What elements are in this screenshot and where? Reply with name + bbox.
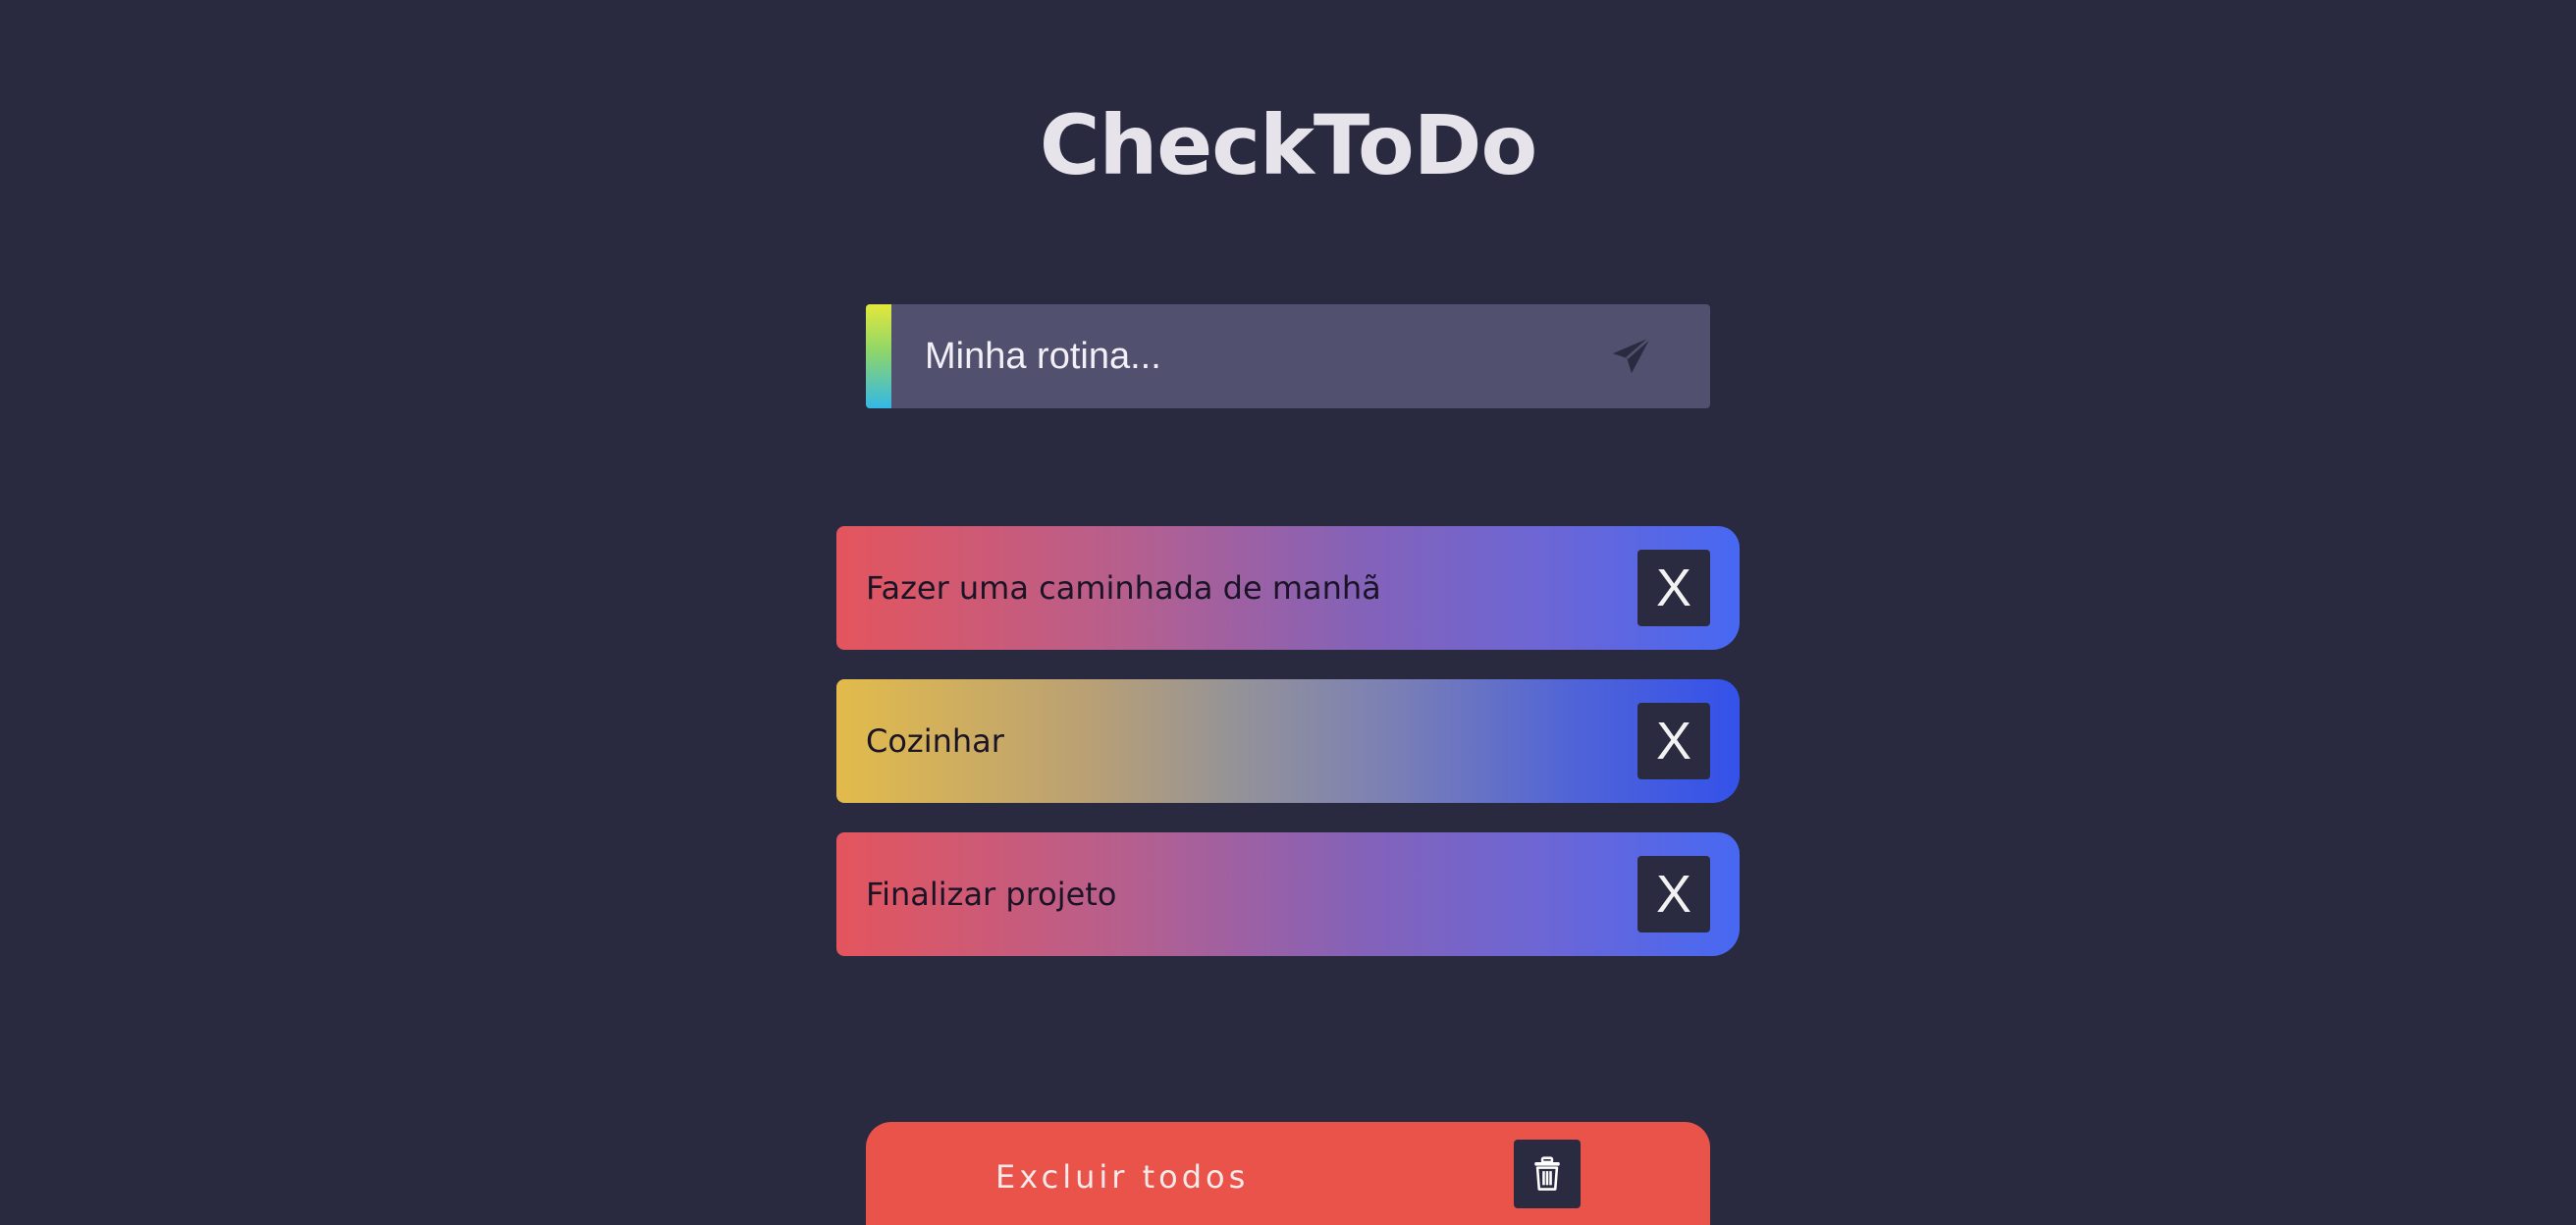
todo-list: Fazer uma caminhada de manhã X Cozinhar … xyxy=(836,526,1740,985)
todo-item: Finalizar projeto X xyxy=(836,832,1740,956)
delete-todo-button[interactable]: X xyxy=(1637,703,1710,779)
todo-item-text: Finalizar projeto xyxy=(866,876,1117,913)
paper-plane-icon xyxy=(1612,336,1652,374)
todo-item-text: Cozinhar xyxy=(866,722,1004,760)
page-title: CheckToDo xyxy=(1039,97,1537,193)
delete-todo-button[interactable]: X xyxy=(1637,856,1710,932)
input-accent-bar xyxy=(866,304,891,408)
trash-button[interactable] xyxy=(1514,1140,1581,1208)
todo-item: Fazer uma caminhada de manhã X xyxy=(836,526,1740,650)
trash-icon xyxy=(1534,1156,1560,1191)
app-root: CheckToDo Fazer uma caminhada de manhã X… xyxy=(0,0,2576,1225)
todo-input-bar xyxy=(866,304,1710,408)
todo-input[interactable] xyxy=(925,304,1592,408)
send-button[interactable] xyxy=(1602,327,1661,386)
delete-todo-button[interactable]: X xyxy=(1637,550,1710,626)
todo-item-text: Fazer uma caminhada de manhã xyxy=(866,569,1381,607)
clear-all-button[interactable]: Excluir todos xyxy=(866,1122,1710,1225)
clear-all-label: Excluir todos xyxy=(995,1158,1250,1196)
todo-item: Cozinhar X xyxy=(836,679,1740,803)
